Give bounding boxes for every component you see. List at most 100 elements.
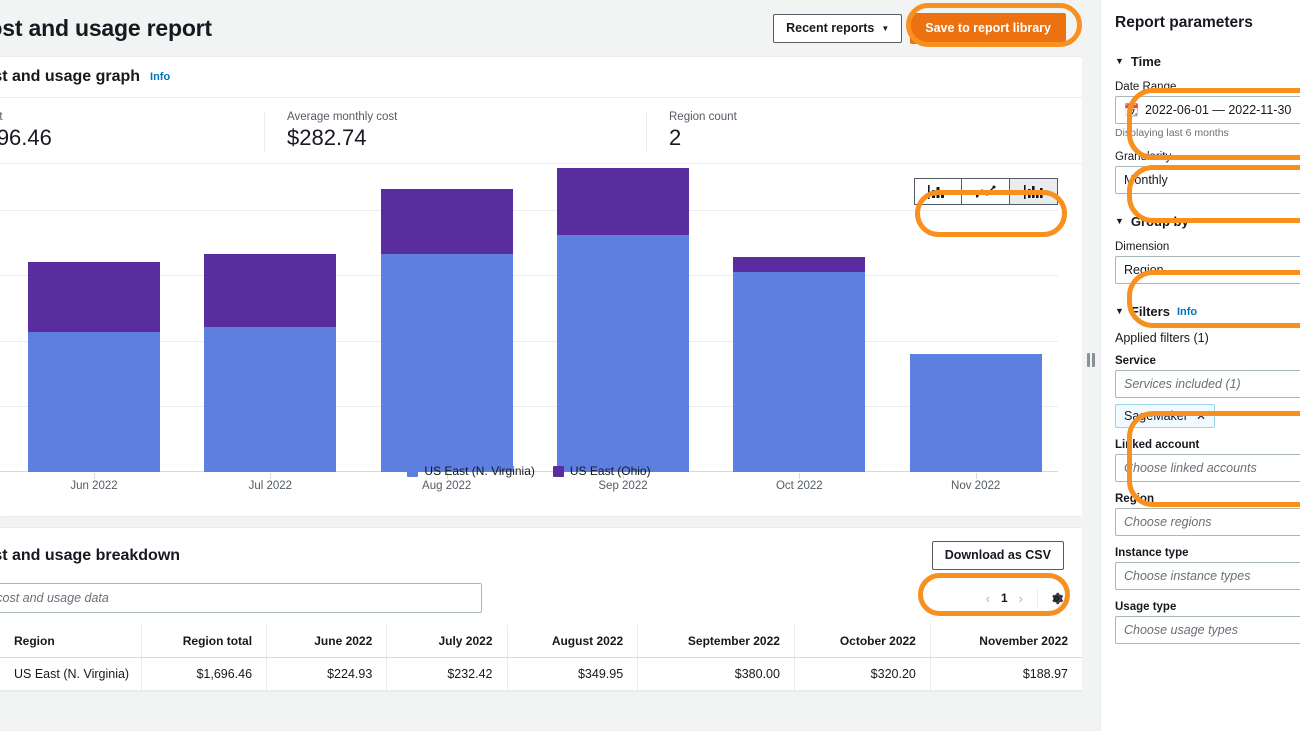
bar-group[interactable] [204, 254, 337, 472]
next-page-button[interactable]: › [1016, 591, 1026, 606]
legend-item[interactable]: US East (Ohio) [552, 464, 651, 478]
bar-group[interactable] [380, 189, 513, 472]
bar-group[interactable] [733, 257, 866, 472]
legend-swatch [552, 465, 564, 477]
date-range-value: 2022-06-01 — 2022-11-30 [1144, 103, 1292, 117]
table-row[interactable]: US East (N. Virginia) $1,696.46 $224.93 $23… [0, 657, 1082, 691]
graph-card-header: Cost and usage graph Info [0, 57, 1082, 98]
download-as-csv-button[interactable]: Download as CSV [931, 541, 1064, 570]
bar-segment-ohio[interactable] [557, 168, 689, 235]
field-date-range: Date Range 📆 2022-06-01 — 2022-11-30 Dis… [1115, 81, 1300, 139]
field-linked-account: Linked account Choose linked accounts [1115, 439, 1300, 482]
bar-group[interactable] [909, 354, 1042, 472]
table-cell: US East (N. Virginia) [0, 657, 142, 691]
section-label-filters: Filters [1130, 304, 1170, 319]
recent-reports-button[interactable]: Recent reports ▼ [773, 13, 903, 43]
chart-plot: Jun 2022 Jul 2022 Aug 2022 Sep 2022 Oct 2022… [0, 168, 1058, 492]
bar-segment-ohio[interactable] [28, 261, 160, 332]
graph-card-title: Cost and usage graph [0, 68, 141, 85]
date-range-label: Date Range [1115, 81, 1177, 93]
linked-account-input[interactable]: Choose linked accounts [1115, 454, 1300, 482]
section-toggle-filters[interactable]: ▼ Filters Info [1115, 304, 1300, 319]
prev-page-button[interactable]: ‹ [983, 591, 993, 606]
x-axis-label: Jun 2022 [70, 480, 118, 492]
dimension-select[interactable]: Region [1115, 256, 1300, 284]
stat-average-monthly-cost-value: $282.74 [287, 124, 367, 150]
field-region: Region Choose regions [1115, 493, 1300, 536]
service-input[interactable]: Services included (1) [1115, 370, 1300, 398]
stat-average-monthly-cost-label: Average monthly cost [287, 110, 398, 123]
granularity-select[interactable]: Monthly [1115, 166, 1300, 194]
panel-resize-handle[interactable] [1082, 0, 1100, 731]
breakdown-header: Cost and usage breakdown Download as CSV [0, 528, 1082, 583]
bar-segment-n-virginia[interactable] [733, 272, 866, 472]
panel-title: Report parameters [1115, 14, 1253, 31]
breakdown-controls: Filter cost and usage data ‹ 1 › [0, 583, 1082, 625]
stacked-bar-chart-icon [1023, 184, 1043, 199]
bar-group[interactable] [557, 168, 689, 472]
field-instance-type: Instance type Choose instance types [1115, 547, 1300, 590]
page-title: Cost and usage report [0, 14, 212, 41]
triangle-down-icon: ▼ [1115, 216, 1124, 226]
triangle-down-icon: ▼ [1115, 56, 1124, 66]
chart-type-toggle-group [914, 178, 1058, 205]
table-cell: $320.20 [794, 657, 931, 691]
usage-type-label: Usage type [1115, 601, 1177, 613]
usage-type-input[interactable]: Choose usage types [1115, 616, 1300, 644]
cost-and-usage-graph-card: Cost and usage graph Info Total cost $1,… [0, 56, 1082, 517]
bar-segment-ohio[interactable] [733, 257, 866, 273]
field-usage-type: Usage type Choose usage types [1115, 601, 1300, 644]
instance-type-input[interactable]: Choose instance types [1115, 562, 1300, 590]
save-to-report-library-button[interactable]: Save to report library [910, 12, 1066, 44]
bar-segment-n-virginia[interactable] [380, 253, 513, 472]
stat-region-count: Region count 2 [646, 110, 1036, 151]
header-actions: Recent reports ▼ Save to report library [773, 12, 1066, 44]
x-axis-label: Nov 2022 [951, 480, 1001, 492]
service-filter-token[interactable]: SageMaker ✕ [1115, 404, 1215, 428]
dimension-label: Dimension [1115, 241, 1170, 253]
summary-stats: Total cost $1,696.46 Average monthly cos… [0, 98, 1082, 164]
bar-chart-icon-button[interactable] [914, 178, 962, 205]
line-chart-icon-button[interactable] [962, 178, 1010, 205]
page-number[interactable]: 1 [1001, 591, 1008, 605]
table-column-header[interactable]: August 2022 [507, 625, 639, 658]
bar-segment-n-virginia[interactable] [28, 331, 160, 472]
table-header-row: Region Region total June 2022 July 2022 Augu… [0, 625, 1082, 658]
bar-group[interactable] [28, 261, 160, 472]
date-range-helper: Displaying last 6 months [1115, 127, 1229, 139]
stacked-bar-chart-icon-button[interactable] [1010, 178, 1058, 205]
filters-info-link[interactable]: Info [1177, 306, 1197, 318]
close-icon[interactable]: ✕ [1196, 409, 1206, 423]
table-column-header[interactable]: Region total [141, 625, 268, 658]
graph-info-link[interactable]: Info [150, 71, 170, 83]
resize-grip-icon [1086, 352, 1096, 368]
field-service: Service Services included (1) SageMaker … [1115, 355, 1300, 428]
section-toggle-time[interactable]: ▼ Time [1115, 54, 1300, 69]
x-axis-label: Aug 2022 [422, 480, 472, 492]
section-toggle-group-by[interactable]: ▼ Group by [1115, 214, 1300, 229]
table-column-header[interactable]: November 2022 [930, 625, 1082, 658]
bar-segment-ohio[interactable] [380, 189, 513, 254]
table-column-header[interactable]: September 2022 [637, 625, 795, 658]
pagination-divider [1037, 588, 1038, 608]
service-label: Service [1115, 355, 1156, 367]
table-preferences-button[interactable] [1049, 591, 1064, 606]
section-label-time: Time [1130, 54, 1162, 69]
date-range-input[interactable]: 📆 2022-06-01 — 2022-11-30 [1115, 96, 1300, 124]
bar-segment-ohio[interactable] [204, 254, 337, 328]
applied-filters-label: Applied filters (1) [1115, 331, 1209, 345]
table-column-header[interactable]: June 2022 [266, 625, 388, 658]
breakdown-search-input[interactable]: Filter cost and usage data [0, 583, 482, 613]
main-content: Cost and usage report Recent reports ▼ S… [0, 0, 1082, 731]
table-column-header[interactable]: Region [0, 625, 142, 658]
bar-segment-n-virginia[interactable] [909, 354, 1042, 472]
table-column-header[interactable]: October 2022 [794, 625, 931, 658]
bar-segment-n-virginia[interactable] [204, 327, 337, 472]
legend-item[interactable]: US East (N. Virginia) [407, 464, 535, 478]
granularity-label: Granularity [1115, 151, 1172, 163]
bar-segment-n-virginia[interactable] [557, 234, 689, 472]
breakdown-title: Cost and usage breakdown [0, 546, 181, 564]
region-input[interactable]: Choose regions [1115, 508, 1300, 536]
stat-total-cost-value: $1,696.46 [0, 124, 52, 150]
table-column-header[interactable]: July 2022 [386, 625, 508, 658]
